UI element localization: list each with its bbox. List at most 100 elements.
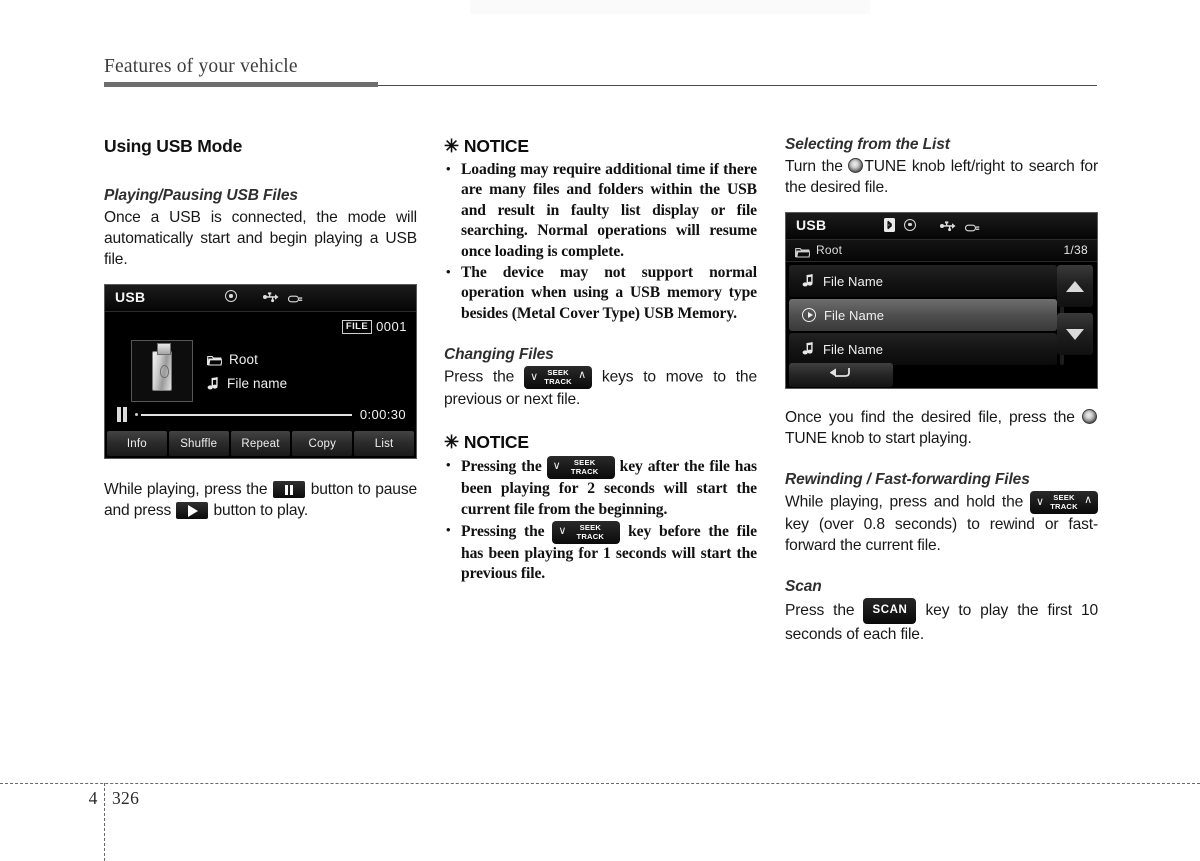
notice-item: The device may not support normal operat…: [444, 262, 757, 324]
back-button[interactable]: [789, 363, 893, 387]
seek-track-key-glyph: ∨ SEEK TRACK: [546, 456, 615, 480]
scroll-down-button[interactable]: [1057, 313, 1093, 355]
music-note-icon: [802, 274, 815, 288]
player-folder-row: Root: [206, 352, 287, 367]
pause-play-paragraph: While playing, press the button to pause…: [104, 479, 417, 521]
tune-knob-icon: [848, 158, 864, 173]
notice-star-icon: ✳: [444, 136, 459, 156]
usb-player-screen: USB FILE 0001 Root File name 0:00:30 Inf…: [104, 284, 417, 459]
crop-mark-horizontal: [0, 783, 1200, 784]
scan-paragraph: Press the SCAN key to play the first 10 …: [785, 598, 1098, 645]
changing-files-text-before: Press the: [444, 368, 515, 386]
list-counter: 1/38: [1063, 243, 1088, 257]
selecting-knob-label: TUNE: [864, 158, 907, 175]
up-arrow-icon: [1066, 280, 1084, 292]
player-file-name: File name: [227, 376, 288, 391]
after-list-paragraph: Once you find the desired file, press th…: [785, 407, 1098, 449]
crop-mark-vertical: [104, 783, 105, 861]
pause-icon: [117, 407, 127, 422]
play-key-glyph: [176, 502, 209, 520]
page-header: Features of your vehicle: [104, 56, 1097, 92]
after-list-text-before: Once you find the desired file, press th…: [785, 409, 1075, 426]
folder-icon: [206, 354, 223, 366]
notice2-item2-before: Pressing the: [461, 523, 545, 541]
player-button-list[interactable]: List: [354, 431, 414, 456]
page-title: Features of your vehicle: [104, 56, 298, 77]
rewinding-text-after: key (over 0.8 seconds) to rewind or fast…: [785, 516, 1098, 554]
list-top-bar: USB: [786, 213, 1097, 240]
seek-track-key-glyph: ∨ SEEK TRACK ∧: [1030, 491, 1098, 514]
player-folder-name: Root: [229, 352, 258, 367]
folder-icon: [794, 245, 811, 263]
disc-icon: [225, 290, 237, 302]
left-column: Using USB Mode Playing/Pausing USB Files…: [104, 136, 417, 521]
after-list-text-after: knob to start playing.: [831, 430, 972, 447]
list-item[interactable]: File Name: [789, 265, 1057, 297]
rewinding-text-before: While playing, press and hold the: [785, 493, 1024, 511]
music-note-icon: [207, 376, 220, 391]
middle-column: ✳ NOTICE Loading may require additional …: [444, 136, 757, 586]
intro-paragraph: Once a USB is connected, the mode will a…: [104, 209, 417, 268]
header-rule-thin: [378, 84, 1097, 87]
list-area: File Name File Name File Name: [786, 262, 1097, 388]
player-button-repeat[interactable]: Repeat: [230, 431, 291, 456]
notice-item: Loading may require additional time if t…: [444, 159, 757, 262]
notice-heading-label-2: NOTICE: [463, 432, 529, 453]
pause-key-glyph: [273, 481, 306, 499]
file-number-badge: FILE 0001: [341, 319, 407, 334]
selecting-paragraph: Turn the TUNE knob left/right to search …: [785, 156, 1098, 198]
rewinding-paragraph: While playing, press and hold the ∨ SEEK T…: [785, 491, 1098, 556]
disc-icon: [904, 218, 916, 231]
file-badge-label: FILE: [341, 319, 373, 334]
usb-icon: [940, 219, 956, 231]
list-nav-buttons: [1057, 265, 1093, 361]
notice2-item1-before: Pressing the: [461, 458, 542, 476]
notice-star-icon: ✳: [444, 432, 459, 453]
player-button-shuffle[interactable]: Shuffle: [168, 431, 229, 456]
seek-key-bottom: TRACK: [570, 466, 599, 476]
subtitle-rewinding: Rewinding / Fast-forwarding Files: [785, 471, 1030, 488]
notice-heading-label-1: NOTICE: [463, 136, 529, 156]
progress-track[interactable]: [141, 413, 352, 416]
list-item-selected[interactable]: File Name: [789, 299, 1057, 331]
right-column: Selecting from the List Turn the TUNE kn…: [785, 136, 1098, 645]
subtitle-scan: Scan: [785, 578, 822, 595]
list-item[interactable]: File Name: [789, 333, 1057, 365]
scroll-up-button[interactable]: [1057, 265, 1093, 307]
list-rows: File Name File Name File Name: [789, 265, 1057, 365]
notice-item: Pressing the ∨SEEKTRACK key before the f…: [444, 520, 757, 585]
usb-thumbnail: [131, 340, 193, 402]
selecting-text-before: Turn the: [785, 158, 843, 175]
pause-play-text-3: button to play.: [213, 502, 309, 519]
player-metadata: Root File name: [206, 352, 287, 400]
tune-knob-icon: [1082, 409, 1097, 424]
header-rule-thick: [104, 82, 378, 87]
notice-list-1: Loading may require additional time if t…: [444, 159, 757, 324]
notice-list-2: Pressing the ∨SEEKTRACK key after the fi…: [444, 455, 757, 585]
list-item-label: File Name: [823, 341, 884, 357]
player-button-copy[interactable]: Copy: [292, 431, 353, 456]
player-file-row: File name: [207, 376, 287, 391]
usb-list-screen: USB Root 1/38 File Name File Name File N…: [785, 212, 1098, 389]
progress-thumb[interactable]: [135, 413, 138, 416]
file-badge-number: 0001: [376, 319, 407, 334]
changing-files-paragraph: Press the ∨ SEEK TRACK ∧ keys to move to th…: [444, 366, 757, 410]
player-transport: 0:00:30: [117, 407, 406, 422]
player-button-info[interactable]: Info: [107, 431, 167, 456]
pause-play-text-1: While playing, press the: [104, 481, 268, 498]
list-path-bar: Root 1/38: [786, 240, 1097, 262]
notice-item: Pressing the ∨SEEKTRACK key after the fi…: [444, 455, 757, 520]
player-button-row: Info Shuffle Repeat Copy List: [105, 429, 416, 458]
down-arrow-icon: [1066, 328, 1084, 340]
scan-text-before: Press the: [785, 602, 855, 620]
seek-track-key-glyph: ∨ SEEK TRACK: [552, 521, 621, 545]
folio-chapter: 4: [88, 787, 98, 808]
progress-bar[interactable]: [135, 413, 352, 416]
notice-heading-1: ✳ NOTICE: [444, 136, 757, 157]
list-item-label: File Name: [824, 307, 885, 323]
seek-key-bottom: TRACK: [544, 376, 572, 386]
bluetooth-icon: [884, 218, 895, 232]
section-title-using-usb-mode: Using USB Mode: [104, 136, 243, 156]
back-arrow-icon: [829, 366, 852, 385]
seek-key-bottom: TRACK: [576, 531, 605, 541]
